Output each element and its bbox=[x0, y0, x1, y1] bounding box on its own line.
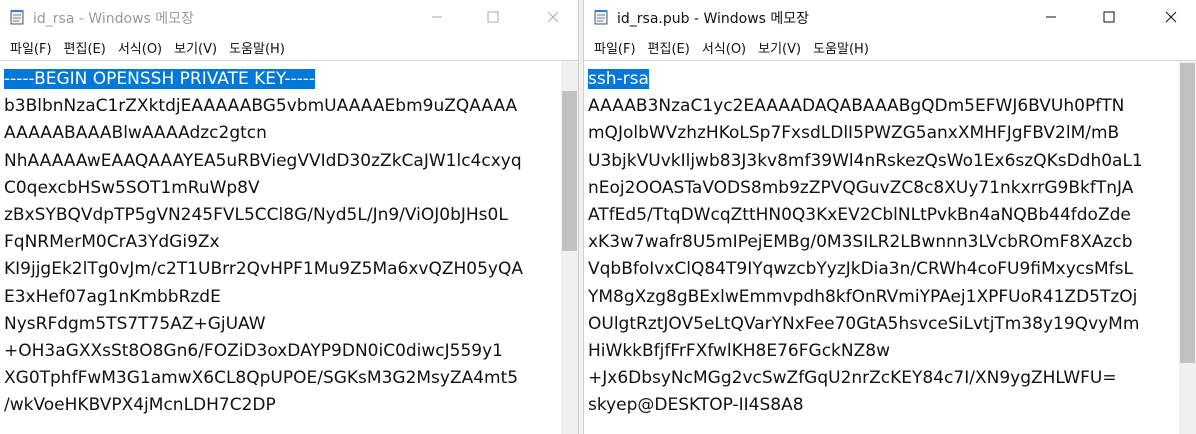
text-line: nEoj2OOASTaVODS8mb9zZPVQGuvZC8c8XUy71nkx… bbox=[588, 177, 1134, 198]
notepad-app-icon bbox=[594, 10, 608, 25]
text-line: zBxSYBQVdpTP5gVN245FVL5CCl8G/Nyd5L/Jn9/V… bbox=[4, 205, 508, 226]
text-line: C0qexcbHSw5SOT1mRuWp8V bbox=[4, 177, 260, 198]
close-button[interactable] bbox=[1148, 0, 1194, 34]
text-line: mQJolbWVzhzHKoLSp7FxsdLDlI5PWZG5anxXMHFJ… bbox=[588, 123, 1120, 144]
window-title: id_rsa - Windows 메모장 bbox=[33, 11, 194, 27]
text-line: NhAAAAAwEAAQAAAYEA5uRBViegVVIdD30zZkCaJW… bbox=[4, 150, 522, 171]
menu-file[interactable]: 파일(F) bbox=[4, 38, 58, 57]
notepad-window-id-rsa-pub: id_rsa.pub - Windows 메모장 파일(F) 편집(E) 서식(… bbox=[584, 0, 1196, 434]
menu-view[interactable]: 보기(V) bbox=[168, 38, 223, 57]
menu-help[interactable]: 도움말(H) bbox=[807, 38, 875, 57]
text-line: OUlgtRztJOV5eLtQVarYNxFee70GtA5hsvceSiLv… bbox=[588, 313, 1140, 334]
minimize-icon bbox=[1046, 16, 1056, 18]
menu-bar: 파일(F) 편집(E) 서식(O) 보기(V) 도움말(H) bbox=[0, 34, 578, 60]
text-line: skyep@DESKTOP-II4S8A8 bbox=[588, 395, 804, 416]
text-line: XG0TphfFwM3G1amwX6CL8QpUPOE/SGKsM3G2MsyZ… bbox=[4, 368, 519, 389]
text-line: -----BEGIN OPENSSH PRIVATE KEY----- bbox=[4, 66, 523, 93]
title-bar[interactable]: id_rsa.pub - Windows 메모장 bbox=[584, 0, 1196, 34]
maximize-icon bbox=[1103, 11, 1115, 23]
text-line: b3BlbnNzaC1rZXktdjEAAAAABG5vbmUAAAAEbm9u… bbox=[4, 96, 518, 117]
menu-bar: 파일(F) 편집(E) 서식(O) 보기(V) 도움말(H) bbox=[584, 34, 1196, 60]
text-line: xK3w7wafr8U5mIPejEMBg/0M3SILR2LBwnnn3LVc… bbox=[588, 232, 1133, 253]
text-line: E3xHef07ag1nKmbbRzdE bbox=[4, 286, 221, 307]
selected-text: ssh-rsa bbox=[588, 69, 649, 89]
text-line: KI9jjgEk2lTg0vJm/c2T1UBrr2QvHPF1Mu9Z5Ma6… bbox=[4, 259, 523, 280]
text-line: /wkVoeHKBVPX4jMcnLDH7C2DP bbox=[4, 395, 276, 416]
text-line: FqNRMerM0CrA3YdGi9Zx bbox=[4, 232, 220, 253]
minimize-icon bbox=[432, 16, 442, 18]
minimize-button[interactable] bbox=[1028, 0, 1074, 34]
selected-text: -----BEGIN OPENSSH PRIVATE KEY----- bbox=[4, 69, 316, 89]
close-icon bbox=[547, 11, 559, 23]
maximize-button[interactable] bbox=[1086, 0, 1132, 34]
text-line: NysRFdgm5TS7T75AZ+GjUAW bbox=[4, 313, 266, 334]
menu-help[interactable]: 도움말(H) bbox=[223, 38, 291, 57]
text-line: ATfEd5/TtqDWcqZttHN0Q3KxEV2CblNLtPvkBn4a… bbox=[588, 205, 1131, 226]
close-icon bbox=[1165, 11, 1177, 23]
vertical-scrollbar[interactable] bbox=[561, 61, 578, 434]
close-button[interactable] bbox=[530, 0, 576, 34]
text-line: U3bjkVUvkIljwb83J3kv8mf39Wl4nRskezQsWo1E… bbox=[588, 150, 1143, 171]
text-editor[interactable]: -----BEGIN OPENSSH PRIVATE KEY----- b3Bl… bbox=[0, 60, 578, 434]
menu-format[interactable]: 서식(O) bbox=[112, 38, 168, 57]
title-bar[interactable]: id_rsa - Windows 메모장 bbox=[0, 0, 578, 34]
editor-text: -----BEGIN OPENSSH PRIVATE KEY----- b3Bl… bbox=[4, 66, 523, 420]
text-editor[interactable]: ssh-rsa AAAAB3NzaC1yc2EAAAADAQABAAABgQDm… bbox=[584, 60, 1196, 434]
vertical-scrollbar[interactable] bbox=[1179, 61, 1196, 434]
text-line: YM8gXzg8gBExlwEmmvpdh8kfOnRVmiYPAej1XPFU… bbox=[588, 286, 1138, 307]
text-line: +Jx6DbsyNcMGg2vcSwZfGqU2nrZcKEY84c7I/XN9… bbox=[588, 368, 1117, 389]
notepad-app-icon bbox=[10, 10, 24, 25]
text-line: AAAAABAAABlwAAAAdzc2gtcn bbox=[4, 123, 267, 144]
minimize-button[interactable] bbox=[414, 0, 460, 34]
text-line: AAAAB3NzaC1yc2EAAAADAQABAAABgQDm5EFWJ6BV… bbox=[588, 96, 1125, 117]
menu-view[interactable]: 보기(V) bbox=[752, 38, 807, 57]
maximize-icon bbox=[487, 11, 499, 23]
scrollbar-thumb[interactable] bbox=[1180, 63, 1195, 363]
text-line: HiWkkBfjfFrFXfwlKH8E76FGckNZ8w bbox=[588, 341, 890, 362]
notepad-window-id-rsa: id_rsa - Windows 메모장 파일(F) 편집(E) 서식(O) 보… bbox=[0, 0, 578, 434]
text-line: +OH3aGXXsSt8O8Gn6/FOZiD3oxDAYP9DN0iC0diw… bbox=[4, 341, 503, 362]
maximize-button[interactable] bbox=[470, 0, 516, 34]
text-line: VqbBfoIvxClQ84T9IYqwzcbYyzJkDia3n/CRWh4c… bbox=[588, 259, 1133, 280]
text-line: ssh-rsa bbox=[588, 66, 1143, 93]
menu-file[interactable]: 파일(F) bbox=[588, 38, 642, 57]
menu-edit[interactable]: 편집(E) bbox=[642, 38, 696, 57]
editor-text: ssh-rsa AAAAB3NzaC1yc2EAAAADAQABAAABgQDm… bbox=[588, 66, 1143, 420]
scrollbar-thumb[interactable] bbox=[562, 91, 577, 251]
window-title: id_rsa.pub - Windows 메모장 bbox=[617, 11, 810, 27]
menu-edit[interactable]: 편집(E) bbox=[58, 38, 112, 57]
menu-format[interactable]: 서식(O) bbox=[696, 38, 752, 57]
